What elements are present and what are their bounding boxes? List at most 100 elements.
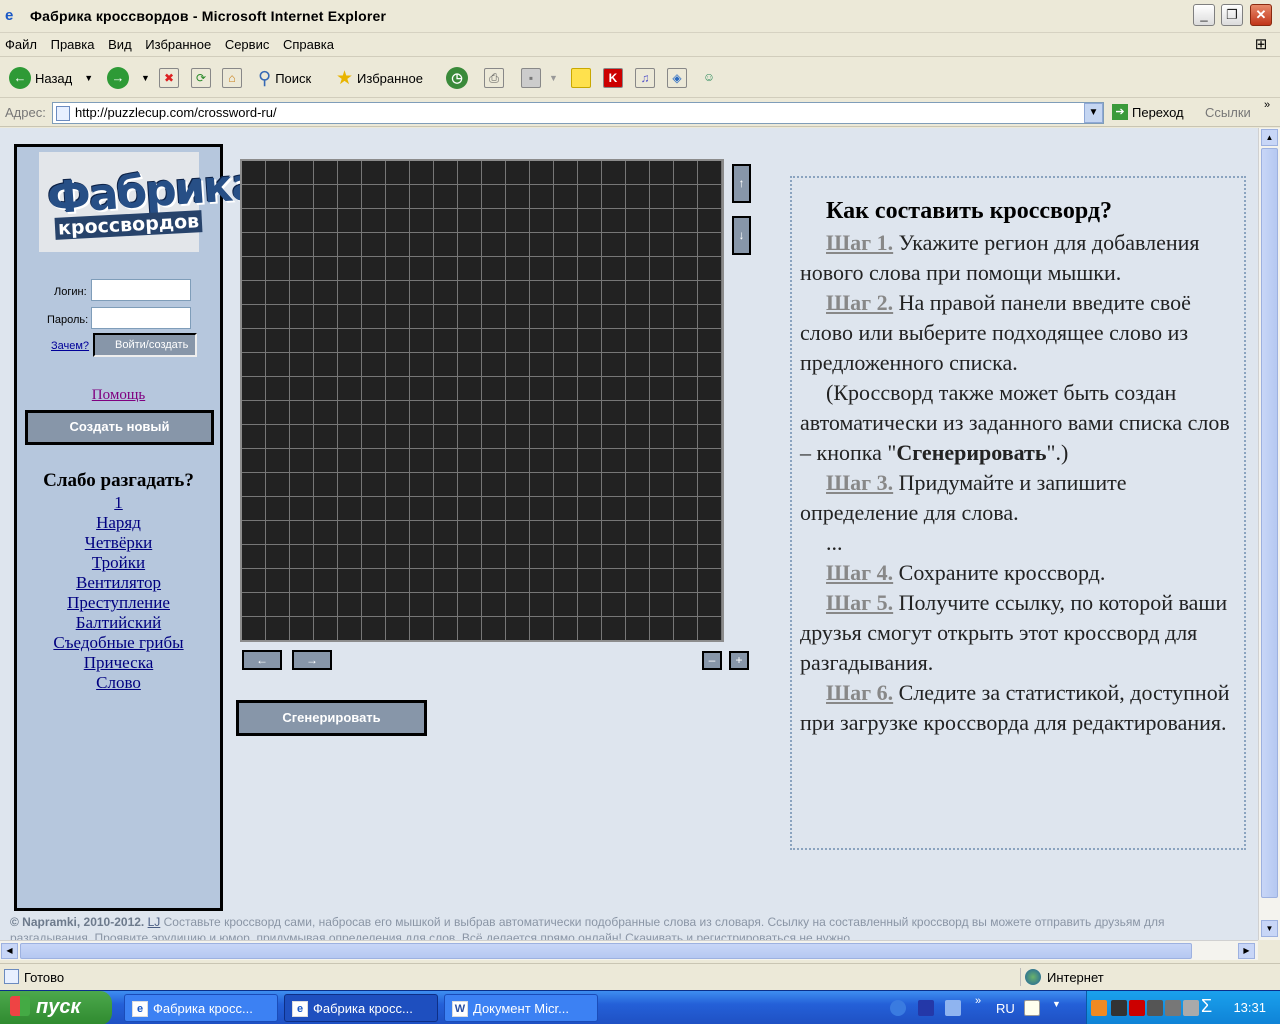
- site-logo[interactable]: Фабрика кроссвордов: [39, 152, 260, 252]
- history-button[interactable]: ◷: [446, 66, 472, 90]
- menu-favorites[interactable]: Избранное: [140, 33, 216, 52]
- quicklaunch-chevron-icon[interactable]: »: [975, 995, 981, 1007]
- scroll-right-arrow-icon[interactable]: ▶: [1238, 943, 1255, 959]
- menu-file[interactable]: Файл: [0, 33, 42, 52]
- refresh-button[interactable]: ⟳: [191, 66, 211, 90]
- edit-button[interactable]: ▪ ▼: [521, 66, 558, 90]
- links-button[interactable]: Ссылки: [1205, 105, 1251, 120]
- crossword-grid[interactable]: [240, 159, 724, 642]
- taskbar-item-label: Документ Micr...: [473, 1001, 569, 1016]
- why-link[interactable]: Зачем?: [51, 340, 89, 352]
- step-4: Шаг 4. Сохраните кроссворд.: [800, 558, 1244, 588]
- step-label: Шаг 2.: [826, 290, 894, 315]
- forward-button[interactable]: → ▼: [107, 66, 150, 90]
- help-link[interactable]: Помощь: [17, 387, 220, 404]
- puzzle-link[interactable]: 1: [17, 493, 220, 513]
- messenger-button[interactable]: ♫: [635, 66, 655, 90]
- language-chevron-icon[interactable]: ▼: [1052, 999, 1061, 1009]
- vertical-scrollbar[interactable]: ▲ ▼: [1258, 128, 1280, 940]
- puzzle-link[interactable]: Тройки: [17, 553, 220, 573]
- scroll-right-button[interactable]: →: [292, 650, 332, 670]
- menu-tools[interactable]: Сервис: [220, 33, 275, 52]
- kaspersky-button[interactable]: K: [603, 66, 623, 90]
- home-button[interactable]: ⌂: [222, 66, 242, 90]
- url-dropdown-icon[interactable]: ▼: [1084, 103, 1103, 123]
- puzzle-link[interactable]: Наряд: [17, 513, 220, 533]
- password-input[interactable]: [91, 307, 191, 329]
- note-button[interactable]: [571, 66, 591, 90]
- scroll-left-button[interactable]: ←: [242, 650, 282, 670]
- globe-icon: [1025, 969, 1041, 985]
- step-label: Шаг 5.: [826, 590, 894, 615]
- security-zone: Интернет: [1020, 968, 1104, 986]
- scroll-up-button[interactable]: ↑: [732, 164, 751, 203]
- scroll-left-arrow-icon[interactable]: ◀: [1, 943, 18, 959]
- clock[interactable]: 13:31: [1233, 1000, 1266, 1015]
- taskbar-item-label: Фабрика кросс...: [153, 1001, 253, 1016]
- go-button[interactable]: ➔ Переход: [1112, 104, 1184, 120]
- forward-dropdown-icon[interactable]: ▼: [141, 73, 150, 83]
- favorites-button[interactable]: ★ Избранное: [336, 66, 423, 90]
- puzzle-link[interactable]: Съедобные грибы: [17, 633, 220, 653]
- search-label: Поиск: [275, 70, 312, 86]
- menu-help[interactable]: Справка: [278, 33, 339, 52]
- taskbar-item[interactable]: W Документ Micr...: [444, 994, 598, 1022]
- network-icon[interactable]: [1147, 1000, 1163, 1016]
- puzzle-link[interactable]: Прическа: [17, 653, 220, 673]
- edit-dropdown-icon[interactable]: ▼: [549, 73, 558, 83]
- start-button[interactable]: пуск: [0, 991, 112, 1024]
- links-chevron-icon[interactable]: »: [1264, 99, 1270, 111]
- research-button[interactable]: ◈: [667, 66, 687, 90]
- maximize-button[interactable]: ❐: [1221, 4, 1243, 26]
- puzzle-link[interactable]: Четвёрки: [17, 533, 220, 553]
- contacts-button[interactable]: ☺: [699, 66, 719, 90]
- stop-button[interactable]: ✖: [159, 66, 179, 90]
- horizontal-scrollbar[interactable]: ◀ ▶: [0, 940, 1258, 960]
- tray-app-icon[interactable]: [1111, 1000, 1127, 1016]
- login-button[interactable]: Войти/создать: [93, 333, 197, 357]
- create-new-button[interactable]: Создать новый: [25, 410, 214, 445]
- page-icon: [56, 106, 70, 121]
- footer-line-2: разгадывания. Проявите эрудицию и юмор, …: [10, 931, 854, 940]
- yandex-icon[interactable]: [918, 1000, 934, 1016]
- menu-edit[interactable]: Правка: [46, 33, 100, 52]
- tray-app-icon[interactable]: [1091, 1000, 1107, 1016]
- print-button[interactable]: ⎙: [484, 66, 504, 90]
- volume-icon[interactable]: [1165, 1000, 1181, 1016]
- puzzle-link[interactable]: Вентилятор: [17, 573, 220, 593]
- app-quicklaunch-icon[interactable]: [945, 1000, 961, 1016]
- back-button[interactable]: ← Назад ▼: [9, 66, 93, 90]
- weak-title: Слабо разгадать?: [43, 470, 194, 491]
- step-5: Шаг 5. Получите ссылку, по которой ваши …: [800, 588, 1244, 678]
- taskbar-item[interactable]: e Фабрика кросс...: [124, 994, 278, 1022]
- puzzle-link[interactable]: Преступление: [17, 593, 220, 613]
- language-help-icon[interactable]: [1024, 1000, 1040, 1016]
- url-field[interactable]: http://puzzlecup.com/crossword-ru/: [52, 102, 1104, 124]
- lj-link[interactable]: LJ: [148, 915, 161, 929]
- scroll-down-arrow-icon[interactable]: ▼: [1261, 920, 1278, 937]
- puzzle-link[interactable]: Слово: [17, 673, 220, 693]
- login-input[interactable]: [91, 279, 191, 301]
- kaspersky-tray-icon[interactable]: [1129, 1000, 1145, 1016]
- taskbar-item-active[interactable]: e Фабрика кросс...: [284, 994, 438, 1022]
- minimize-button[interactable]: _: [1193, 4, 1215, 26]
- sigma-icon[interactable]: Σ: [1201, 996, 1212, 1017]
- close-button[interactable]: ✕: [1250, 4, 1272, 26]
- generate-button[interactable]: Сгенерировать: [236, 700, 427, 736]
- language-indicator[interactable]: RU: [996, 1001, 1015, 1016]
- zoom-out-button[interactable]: –: [702, 651, 722, 670]
- back-dropdown-icon[interactable]: ▼: [84, 73, 93, 83]
- footer-text-1: Составьте кроссворд сами, набросав его м…: [160, 915, 1165, 929]
- zoom-in-button[interactable]: +: [729, 651, 749, 670]
- address-label: Адрес:: [5, 105, 46, 120]
- scroll-down-button[interactable]: ↓: [732, 216, 751, 255]
- menu-view[interactable]: Вид: [103, 33, 137, 52]
- vertical-scroll-thumb[interactable]: [1261, 148, 1278, 898]
- scroll-up-arrow-icon[interactable]: ▲: [1261, 129, 1278, 146]
- puzzle-link[interactable]: Балтийский: [17, 613, 220, 633]
- messenger-icon: ♫: [635, 68, 655, 88]
- ie-quicklaunch-icon[interactable]: [890, 1000, 906, 1016]
- tray-app-icon[interactable]: [1183, 1000, 1199, 1016]
- horizontal-scroll-thumb[interactable]: [20, 943, 1192, 959]
- search-button[interactable]: ⚲ Поиск: [258, 66, 311, 90]
